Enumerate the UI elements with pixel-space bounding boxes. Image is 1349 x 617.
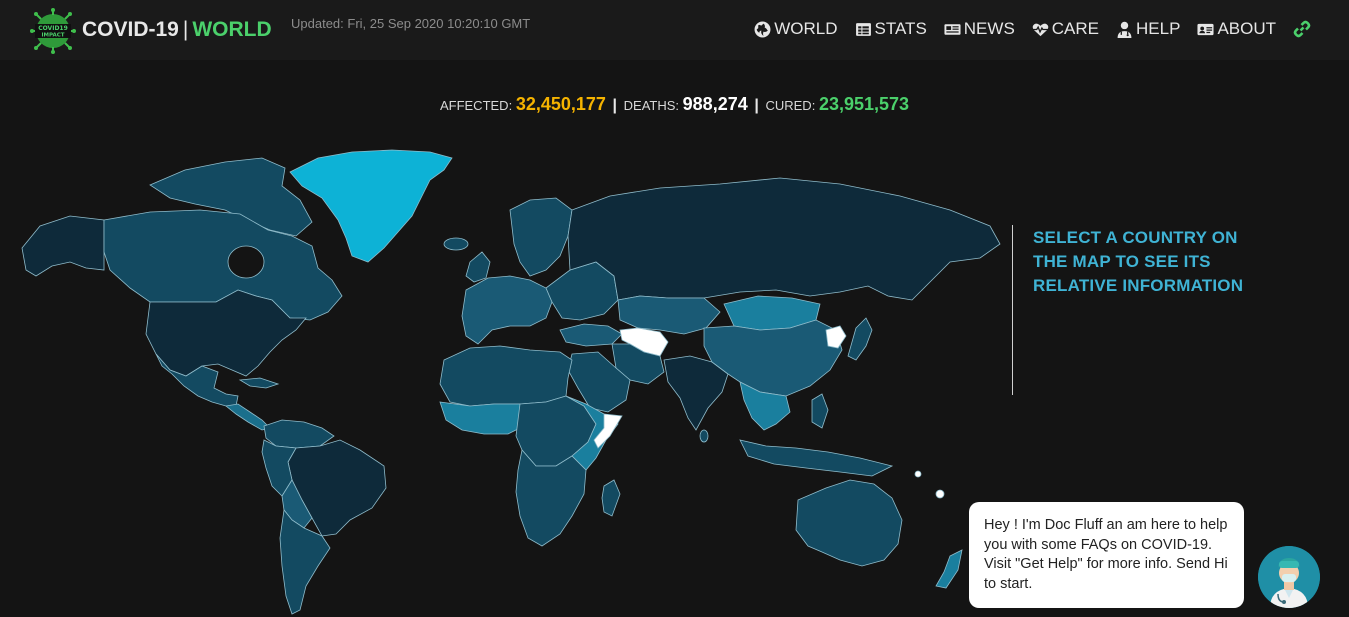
country-indonesia[interactable]: [739, 439, 894, 477]
covid-logo-icon[interactable]: COVID19 IMPACT: [30, 8, 76, 54]
country-north-korea[interactable]: [825, 325, 847, 349]
newspaper-icon: [944, 23, 961, 35]
country-north-africa[interactable]: [439, 345, 573, 407]
country-philippines[interactable]: [811, 393, 829, 429]
cured-label: CURED:: [765, 98, 816, 113]
country-sri-lanka[interactable]: [699, 429, 709, 443]
nav-stats[interactable]: STATS: [855, 19, 927, 39]
nav-world[interactable]: WORLD: [754, 19, 838, 39]
brand-main: COVID-19: [82, 18, 179, 41]
prompt-divider: [1012, 225, 1013, 395]
nav-about[interactable]: ABOUT: [1197, 19, 1276, 39]
link-icon: [1293, 20, 1311, 38]
country-alaska[interactable]: [21, 215, 105, 277]
hudson-bay: [227, 245, 265, 279]
nav-about-label: ABOUT: [1217, 19, 1276, 38]
country-uk[interactable]: [465, 251, 491, 283]
globe-icon: [754, 21, 771, 37]
nav-help-label: HELP: [1136, 19, 1181, 38]
main-nav: WORLD STATS NEWS CARE HELP ABOUT: [754, 19, 1311, 39]
country-new-zealand[interactable]: [935, 549, 963, 589]
nav-news-label: NEWS: [963, 19, 1015, 38]
country-iceland[interactable]: [443, 237, 469, 251]
prompt-line: THE MAP TO SEE ITS: [1033, 252, 1211, 271]
updated-timestamp: Updated: Fri, 25 Sep 2020 10:20:10 GMT: [291, 16, 531, 31]
nav-world-label: WORLD: [774, 19, 838, 38]
country-west-africa[interactable]: [439, 401, 525, 435]
top-header: COVID19 IMPACT COVID-19 | WORLD Updated: F…: [0, 0, 1349, 60]
global-stats: AFFECTED: 32,450,177 | DEATHS: 988,274 |…: [0, 94, 1349, 115]
chatbot-bubble[interactable]: Hey ! I'm Doc Fluff an am here to help y…: [969, 502, 1244, 608]
heartbeat-icon: [1032, 23, 1049, 36]
deaths-label: DEATHS:: [623, 98, 680, 113]
chatbot-message: Hey ! I'm Doc Fluff an am here to help y…: [984, 517, 1228, 592]
country-turkey[interactable]: [559, 323, 623, 347]
doctor-icon: [1117, 21, 1132, 38]
country-madagascar[interactable]: [601, 479, 621, 517]
nav-link[interactable]: [1293, 20, 1311, 38]
country-russia[interactable]: [567, 177, 1001, 301]
select-country-prompt: SELECT A COUNTRY ON THE MAP TO SEE ITS R…: [1033, 226, 1283, 298]
country-colombia-venezuela[interactable]: [263, 419, 335, 449]
country-cuba[interactable]: [238, 377, 280, 389]
affected-label: AFFECTED:: [439, 98, 513, 113]
svg-text:IMPACT: IMPACT: [41, 33, 64, 39]
country-pacific-island[interactable]: [914, 470, 922, 478]
stats-separator: |: [612, 97, 618, 114]
country-pacific-island[interactable]: [935, 489, 945, 499]
stats-separator: |: [754, 97, 759, 114]
id-card-icon: [1197, 23, 1214, 35]
nav-care[interactable]: CARE: [1032, 19, 1099, 39]
nav-care-label: CARE: [1051, 19, 1100, 38]
cured-value: 23,951,573: [818, 94, 910, 114]
deaths-value: 988,274: [682, 94, 748, 114]
brand-title[interactable]: COVID-19 | WORLD: [82, 18, 272, 42]
country-scandinavia[interactable]: [509, 197, 573, 277]
world-map[interactable]: [0, 140, 1010, 617]
prompt-line: SELECT A COUNTRY ON: [1033, 228, 1238, 247]
nav-stats-label: STATS: [874, 19, 927, 38]
country-australia[interactable]: [795, 479, 903, 567]
nav-news[interactable]: NEWS: [944, 19, 1015, 39]
brand-separator: |: [182, 18, 189, 41]
chatbot-launcher[interactable]: [1258, 546, 1320, 608]
brand-accent: WORLD: [192, 18, 272, 41]
nav-help[interactable]: HELP: [1116, 19, 1180, 39]
country-western-europe[interactable]: [461, 275, 553, 345]
country-japan[interactable]: [847, 317, 873, 361]
table-icon: [855, 22, 871, 36]
country-central-america[interactable]: [225, 403, 271, 431]
svg-text:COVID19: COVID19: [38, 25, 68, 32]
prompt-line: RELATIVE INFORMATION: [1033, 276, 1244, 295]
country-greenland[interactable]: [289, 149, 453, 263]
affected-value: 32,450,177: [515, 94, 606, 114]
doctor-avatar-icon: [1258, 546, 1320, 608]
